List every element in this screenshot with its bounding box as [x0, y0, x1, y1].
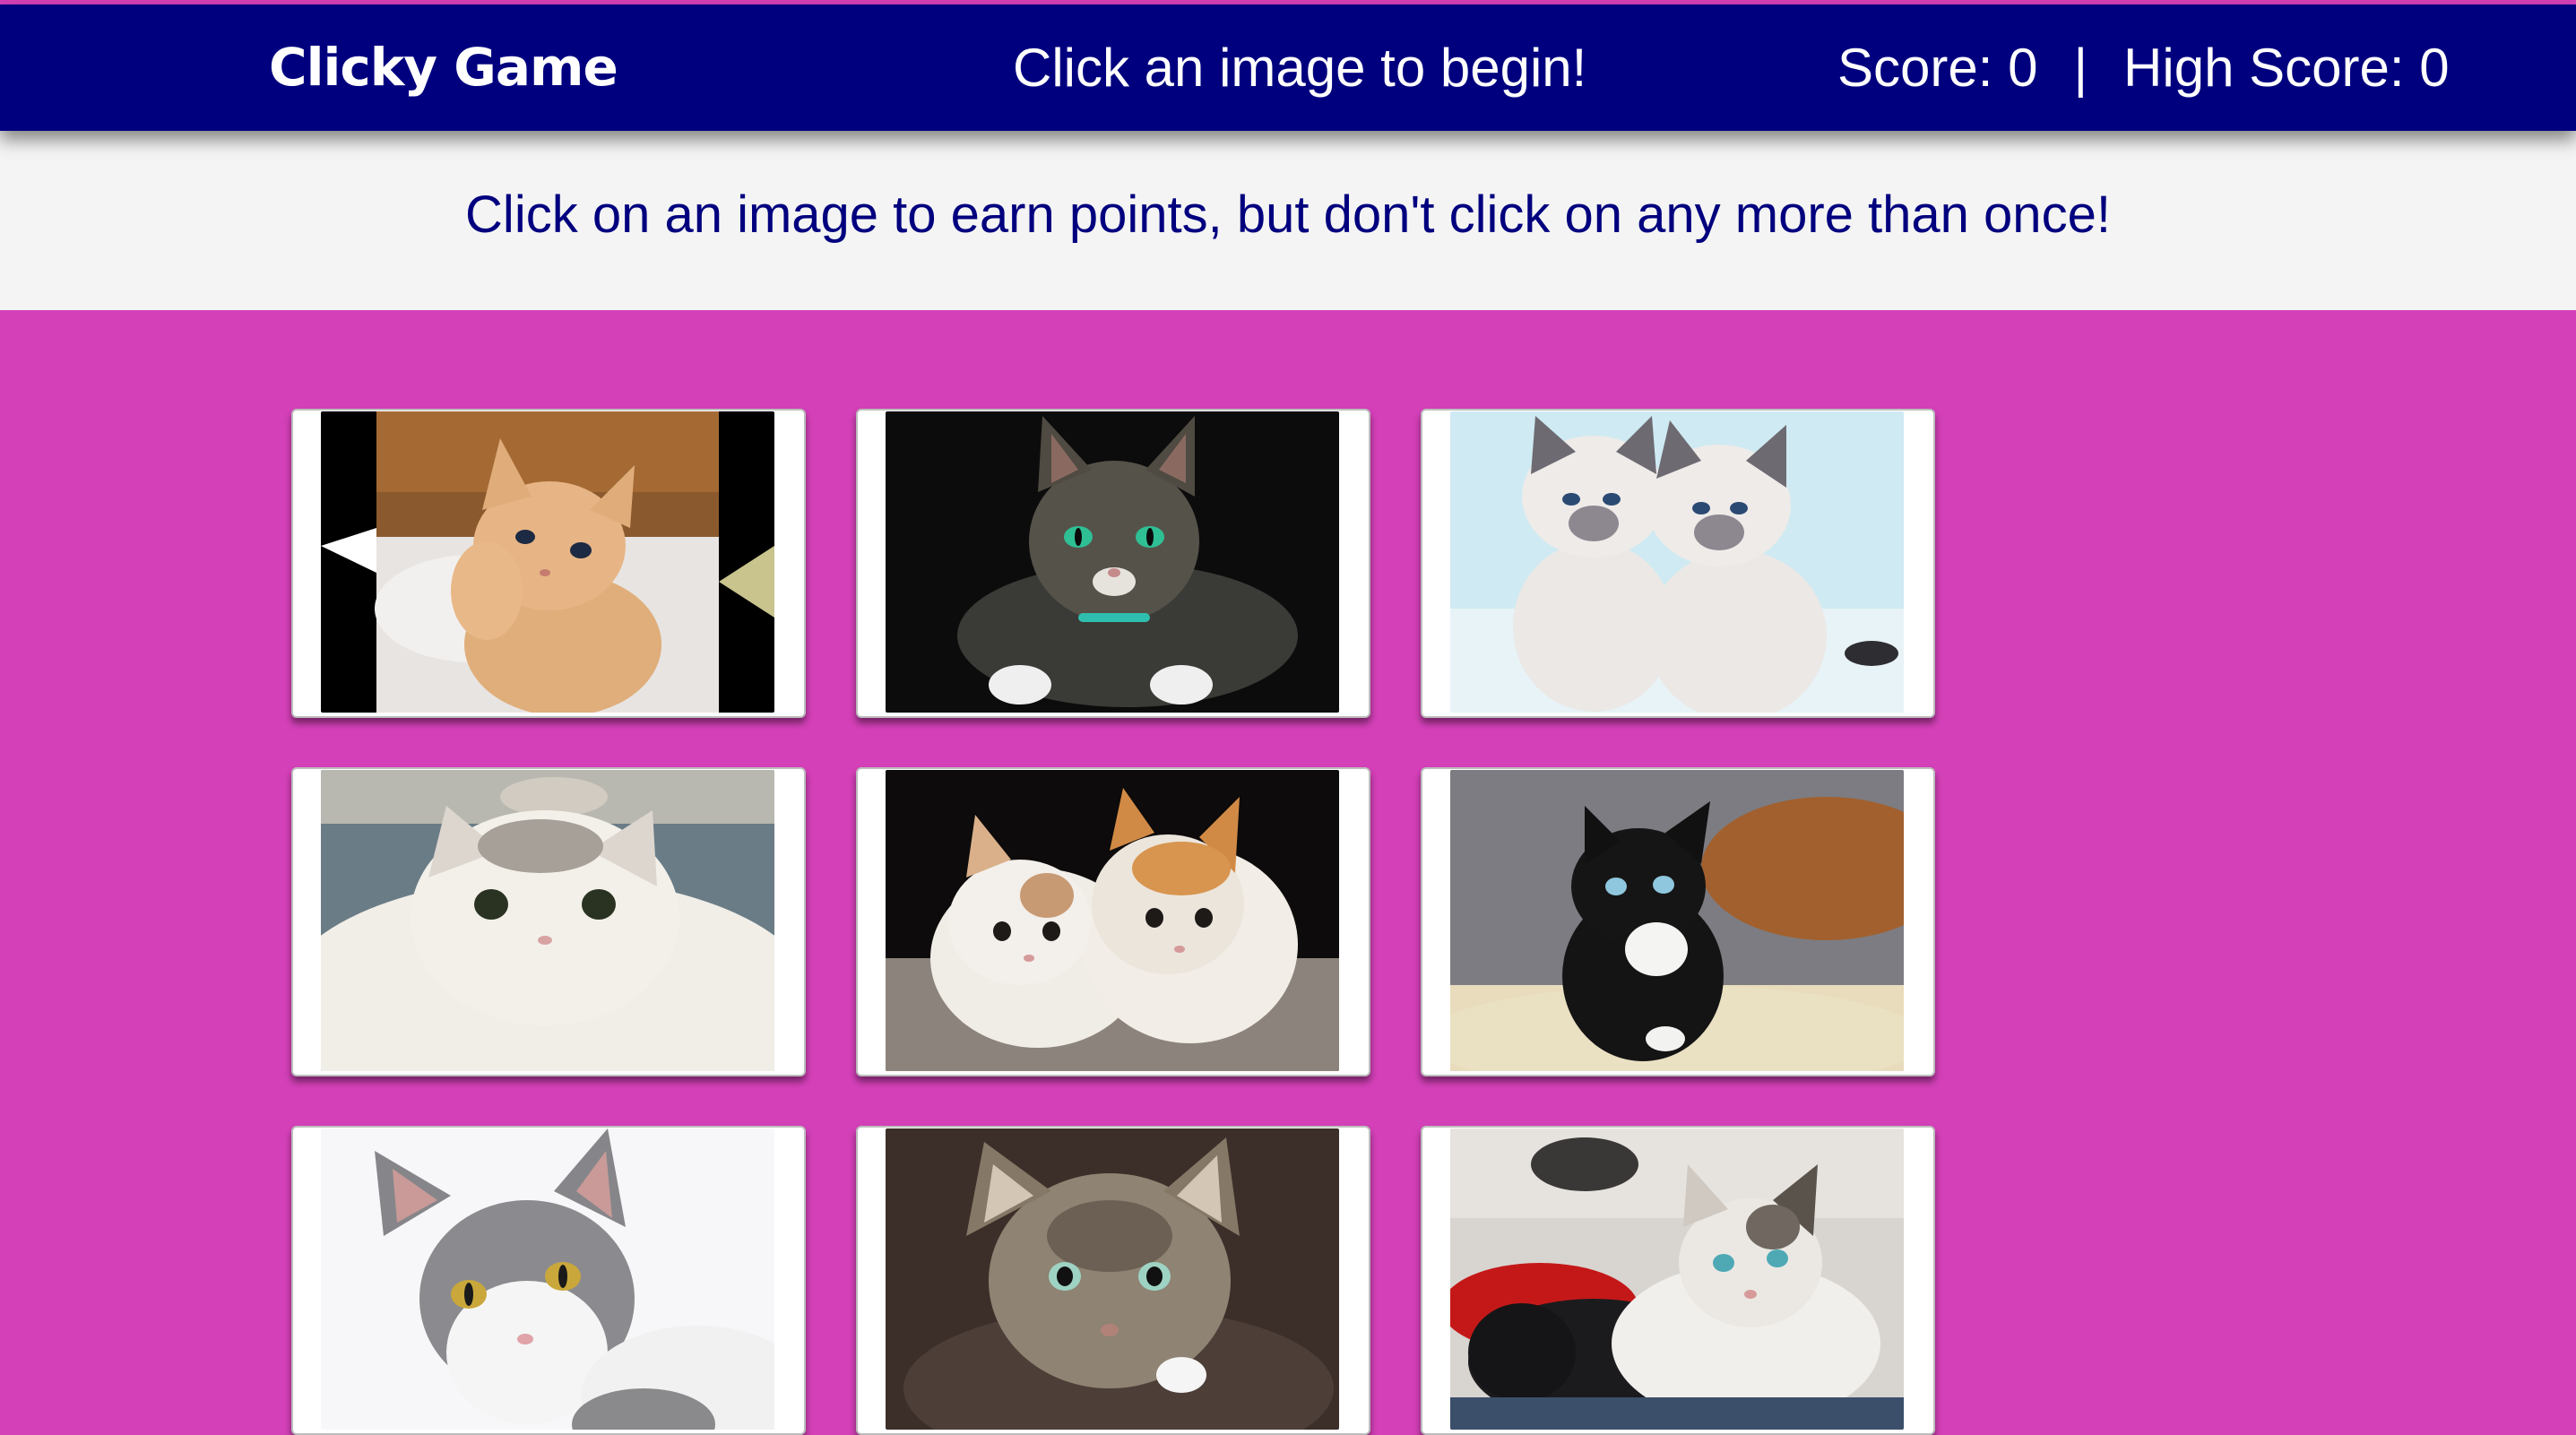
cat-image-fluffy-white[interactable]	[321, 770, 774, 1071]
cat-card-7[interactable]	[291, 1126, 806, 1435]
brand-title[interactable]: Clicky Game	[269, 4, 618, 131]
score-label: Score: 0	[1837, 38, 2038, 98]
cat-card-5[interactable]	[856, 767, 1370, 1076]
cat-card-3[interactable]	[1421, 409, 1935, 718]
status-message: Click an image to begin!	[1013, 38, 1587, 98]
cat-image-siamese-kittens[interactable]	[1450, 411, 1904, 713]
cat-image-two-kittens[interactable]	[886, 770, 1339, 1071]
cat-card-2[interactable]	[856, 409, 1370, 718]
cat-card-1[interactable]	[291, 409, 806, 718]
cat-card-6[interactable]	[1421, 767, 1935, 1076]
cat-image-kittens-red-blanket[interactable]	[1450, 1128, 1904, 1430]
cat-card-9[interactable]	[1421, 1126, 1935, 1435]
high-score-label: High Score: 0	[2123, 38, 2450, 98]
cat-image-tabby-dark[interactable]	[886, 411, 1339, 713]
cat-image-orange-kitten[interactable]	[321, 411, 774, 713]
cat-card-8[interactable]	[856, 1126, 1370, 1435]
cat-image-tuxedo-kitten[interactable]	[1450, 770, 1904, 1071]
cat-image-tabby-green-eyes[interactable]	[886, 1128, 1339, 1430]
instruction-text: Click on an image to earn points, but do…	[465, 186, 2111, 244]
instructions-banner: Click on an image to earn points, but do…	[0, 131, 2576, 310]
score-separator: |	[2073, 38, 2088, 98]
navbar: Clicky Game Click an image to begin! Sco…	[0, 4, 2576, 131]
score-display: Score: 0 | High Score: 0	[1837, 4, 2450, 131]
cat-image-grey-white[interactable]	[321, 1128, 774, 1430]
cat-card-4[interactable]	[291, 767, 806, 1076]
